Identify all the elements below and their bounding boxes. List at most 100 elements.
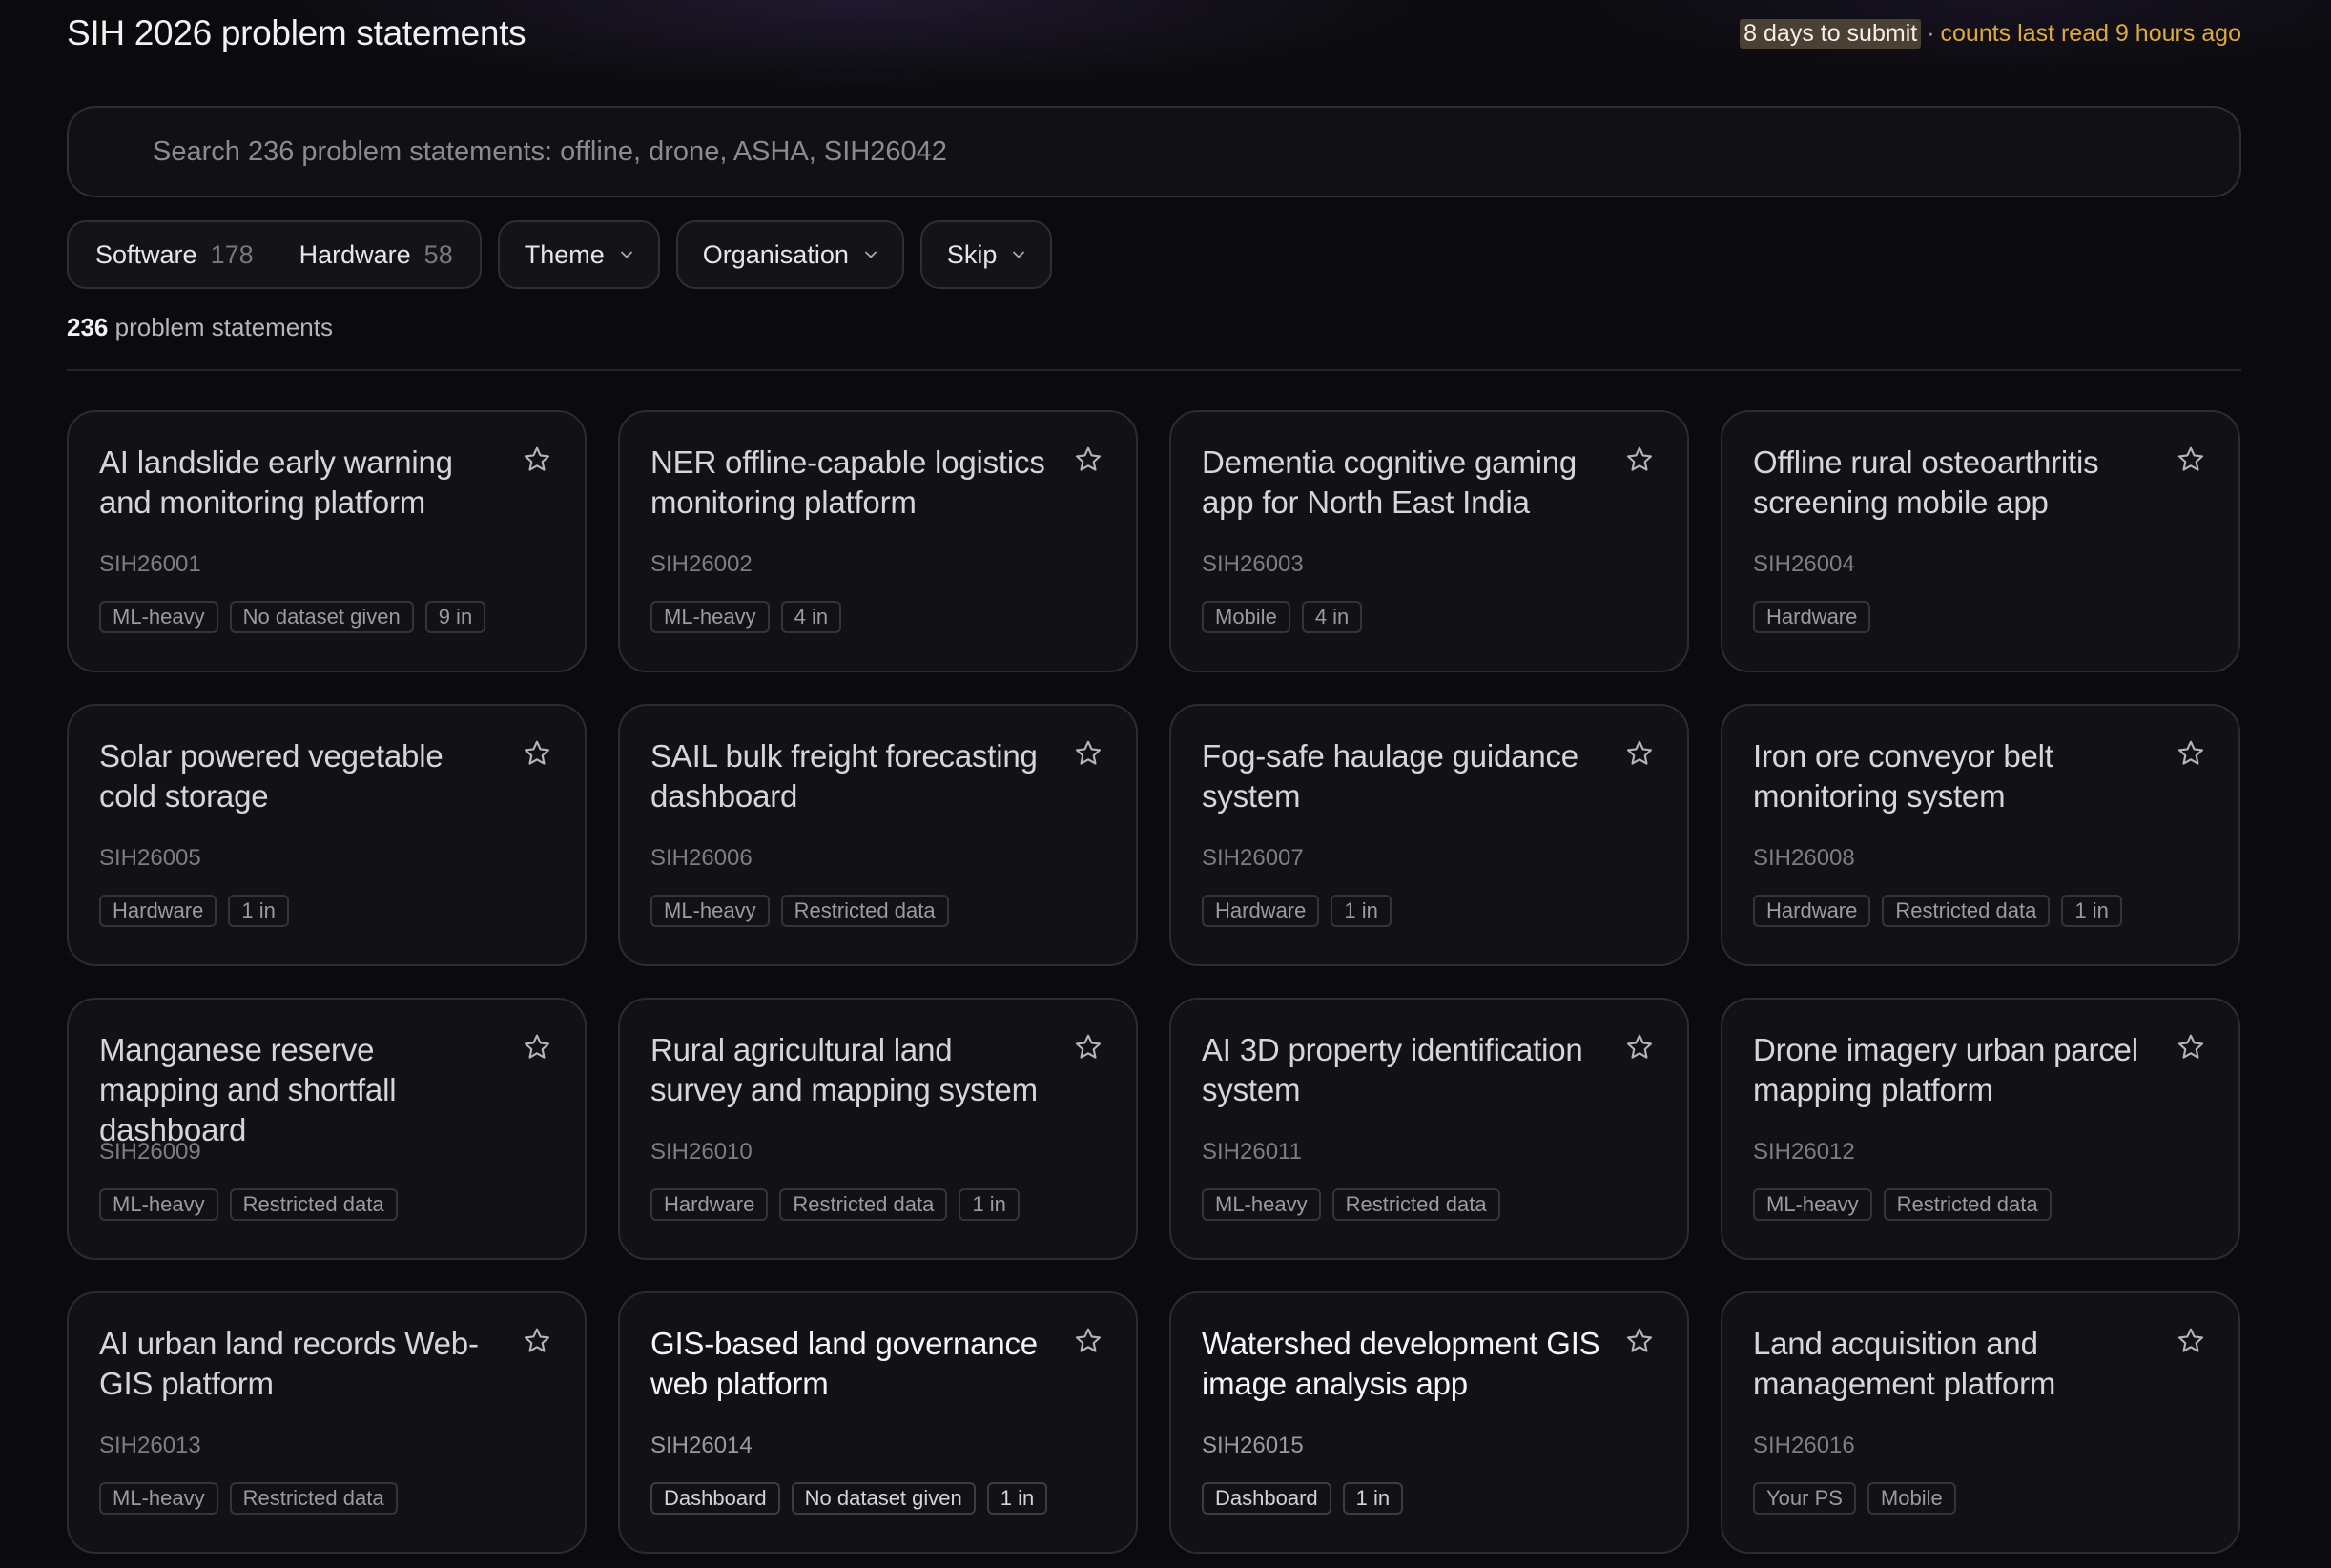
result-count-number: 236: [67, 313, 109, 341]
card-tag: 1 in: [1331, 895, 1392, 927]
card-tags: Hardware Restricted data 1 in: [650, 1188, 1105, 1221]
header-status: 8 days to submit · counts last read 9 ho…: [1740, 18, 2241, 49]
star-icon[interactable]: [522, 738, 552, 769]
card-title: Fog-safe haulage guidance system: [1202, 738, 1578, 814]
problem-card[interactable]: Offline rural osteoarthritis screening m…: [1721, 410, 2240, 672]
type-filter-group: Software 178 Hardware 58: [67, 220, 482, 289]
card-tag: ML-heavy: [99, 1188, 218, 1221]
star-icon[interactable]: [1073, 1326, 1104, 1356]
star-icon[interactable]: [2176, 1326, 2206, 1356]
problem-card[interactable]: NER offline-capable logistics monitoring…: [618, 410, 1138, 672]
card-tags: ML-heavy No dataset given 9 in: [99, 601, 554, 633]
star-icon[interactable]: [1624, 738, 1655, 769]
card-title: Watershed development GIS image analysis…: [1202, 1326, 1600, 1401]
problem-card[interactable]: AI landslide early warning and monitorin…: [67, 410, 587, 672]
problem-card[interactable]: Drone imagery urban parcel mapping platf…: [1721, 998, 2240, 1260]
star-icon[interactable]: [1073, 444, 1104, 475]
problem-card[interactable]: Solar powered vegetable cold storage SIH…: [67, 704, 587, 966]
star-icon[interactable]: [522, 444, 552, 475]
card-tag: 1 in: [2061, 895, 2122, 927]
problem-card[interactable]: AI urban land records Web-GIS platform S…: [67, 1291, 587, 1554]
star-icon[interactable]: [1624, 444, 1655, 475]
card-title: Offline rural osteoarthritis screening m…: [1753, 444, 2099, 520]
card-title: AI urban land records Web-GIS platform: [99, 1326, 479, 1401]
card-tags: Dashboard No dataset given 1 in: [650, 1482, 1105, 1515]
organisation-dropdown[interactable]: Organisation: [675, 220, 904, 289]
card-title: Solar powered vegetable cold storage: [99, 738, 444, 814]
problem-card[interactable]: AI 3D property identification system SIH…: [1169, 998, 1689, 1260]
card-code: SIH26014: [650, 1433, 753, 1458]
card-tag: ML-heavy: [650, 895, 770, 927]
card-tags: ML-heavy Restricted data: [99, 1188, 554, 1221]
organisation-dropdown-label: Organisation: [702, 239, 849, 269]
problem-card[interactable]: Iron ore conveyor belt monitoring system…: [1721, 704, 2240, 966]
card-code: SIH26002: [650, 551, 753, 577]
card-code: SIH26004: [1753, 551, 1855, 577]
problem-card[interactable]: SAIL bulk freight forecasting dashboard …: [618, 704, 1138, 966]
card-tag: No dataset given: [791, 1482, 976, 1515]
theme-dropdown[interactable]: Theme: [497, 220, 660, 289]
card-tag: Dashboard: [1202, 1482, 1331, 1515]
card-title: Rural agricultural land survey and mappi…: [650, 1032, 1038, 1107]
star-icon[interactable]: [2176, 444, 2206, 475]
card-title: GIS-based land governance web platform: [650, 1326, 1038, 1401]
deadline-badge: 8 days to submit: [1740, 18, 1922, 49]
problem-card[interactable]: Manganese reserve mapping and shortfall …: [67, 998, 587, 1260]
filter-hardware[interactable]: Hardware 58: [299, 240, 453, 270]
header-separator: ·: [1927, 19, 1935, 47]
theme-dropdown-label: Theme: [524, 239, 605, 269]
card-tag: 4 in: [780, 601, 842, 633]
card-code: SIH26015: [1202, 1433, 1304, 1458]
star-icon[interactable]: [1624, 1032, 1655, 1063]
card-tag: 1 in: [959, 1188, 1020, 1221]
result-count-label: problem statements: [114, 313, 333, 341]
card-code: SIH26005: [99, 845, 201, 871]
card-tag: Restricted data: [779, 1188, 948, 1221]
card-tag: 1 in: [228, 895, 289, 927]
card-tag: Restricted data: [1331, 1188, 1500, 1221]
card-tags: Hardware Restricted data 1 in: [1753, 895, 2208, 927]
problem-card[interactable]: Rural agricultural land survey and mappi…: [618, 998, 1138, 1260]
search-input[interactable]: [153, 135, 2239, 168]
card-code: SIH26009: [99, 1139, 201, 1165]
problem-card[interactable]: Land acquisition and management platform…: [1721, 1291, 2240, 1554]
star-icon[interactable]: [522, 1326, 552, 1356]
problem-card[interactable]: GIS-based land governance web platform S…: [618, 1291, 1138, 1554]
card-tag: Hardware: [1753, 895, 1871, 927]
star-icon[interactable]: [522, 1032, 552, 1063]
card-tag: 1 in: [1342, 1482, 1404, 1515]
card-tag: ML-heavy: [99, 601, 218, 633]
filter-hardware-count: 58: [423, 239, 453, 269]
card-tag: ML-heavy: [650, 601, 770, 633]
card-title: Manganese reserve mapping and shortfall …: [99, 1032, 397, 1147]
card-tag: Hardware: [1202, 895, 1320, 927]
filter-software-count: 178: [210, 239, 254, 269]
card-tag: Your PS: [1753, 1482, 1856, 1515]
card-code: SIH26012: [1753, 1139, 1855, 1165]
skip-dropdown[interactable]: Skip: [919, 220, 1053, 289]
star-icon[interactable]: [1073, 738, 1104, 769]
card-tags: ML-heavy 4 in: [650, 601, 1105, 633]
star-icon[interactable]: [1073, 1032, 1104, 1063]
problem-card[interactable]: Dementia cognitive gaming app for North …: [1169, 410, 1689, 672]
card-tag: Restricted data: [229, 1482, 398, 1515]
card-tag: 1 in: [986, 1482, 1048, 1515]
card-tag: 4 in: [1301, 601, 1363, 633]
result-count: 236 problem statements: [67, 313, 333, 342]
card-tags: Your PS Mobile: [1753, 1482, 2208, 1515]
chevron-down-icon: [1013, 251, 1025, 258]
card-code: SIH26011: [1202, 1139, 1302, 1165]
header: SIH 2026 problem statements 8 days to su…: [67, 10, 2241, 57]
card-tags: Hardware: [1753, 601, 2208, 633]
card-tag: Restricted data: [229, 1188, 398, 1221]
card-tag: Restricted data: [1883, 1188, 2052, 1221]
star-icon[interactable]: [1624, 1326, 1655, 1356]
problem-card[interactable]: Watershed development GIS image analysis…: [1169, 1291, 1689, 1554]
star-icon[interactable]: [2176, 738, 2206, 769]
problem-card[interactable]: Fog-safe haulage guidance system SIH2600…: [1169, 704, 1689, 966]
filter-software[interactable]: Software 178: [95, 240, 254, 270]
star-icon[interactable]: [2176, 1032, 2206, 1063]
card-tag: Dashboard: [650, 1482, 780, 1515]
card-title: NER offline-capable logistics monitoring…: [650, 444, 1045, 520]
card-tag: ML-heavy: [1202, 1188, 1321, 1221]
